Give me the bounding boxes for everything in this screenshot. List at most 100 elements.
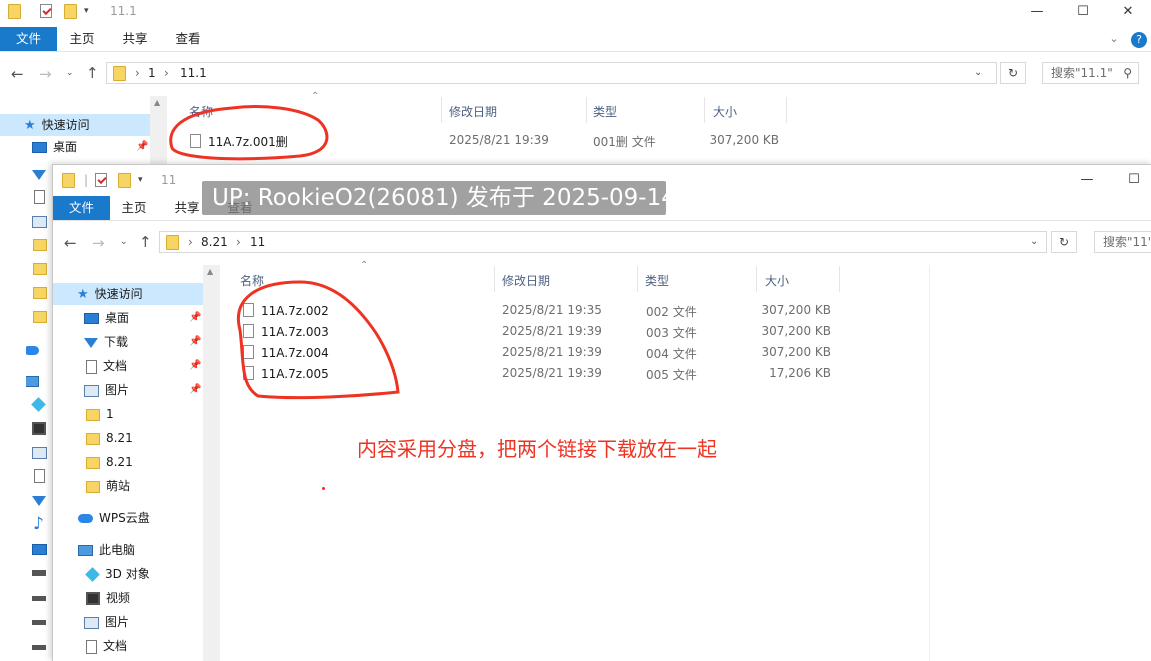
nav-wps-cloud[interactable]: WPS云盘 <box>53 507 203 529</box>
tab-share[interactable]: 共享 <box>169 196 205 220</box>
close-button[interactable]: ✕ <box>1105 0 1151 24</box>
column-header-name[interactable]: 名称 <box>189 103 213 120</box>
column-header-size[interactable]: 大小 <box>765 272 789 289</box>
nav-scrollbar[interactable]: ▲ <box>203 265 220 661</box>
column-divider[interactable] <box>637 266 638 292</box>
column-header-size[interactable]: 大小 <box>713 103 737 120</box>
tab-file[interactable]: 文件 <box>0 27 57 51</box>
back-arrow-icon[interactable]: ← <box>11 65 24 83</box>
column-divider[interactable] <box>839 266 840 292</box>
tab-share[interactable]: 共享 <box>117 27 153 51</box>
computer-icon <box>78 545 93 556</box>
breadcrumb-item[interactable]: 11.1 <box>180 66 207 80</box>
recent-locations-icon[interactable]: ⌄ <box>120 237 128 247</box>
column-divider[interactable] <box>586 97 587 123</box>
nav-quick-access[interactable]: ★ 快速访问 <box>53 283 203 305</box>
file-size: 17,206 KB <box>769 366 831 380</box>
nav-quick-access[interactable]: ★ 快速访问 <box>0 114 150 136</box>
nav-3d-objects[interactable]: 3D 对象 <box>53 563 203 585</box>
maximize-button[interactable]: ☐ <box>1060 0 1106 24</box>
drive-icon <box>32 596 46 601</box>
nav-folder-1[interactable]: 1 <box>53 403 203 425</box>
customize-toolbar-icon[interactable]: ▾ <box>138 175 152 189</box>
forward-arrow-icon[interactable]: → <box>39 65 52 83</box>
file-row[interactable]: 11A.7z.001删 2025/8/21 19:39 001删 文件 307,… <box>180 130 800 151</box>
3d-objects-icon <box>31 397 46 412</box>
computer-icon <box>26 376 39 387</box>
address-row: ← → ⌄ ↑ › 8.21 › 11 ⌄ ↻ 搜索"11" <box>53 223 1151 263</box>
nav-folder-8-21[interactable]: 8.21 <box>53 427 203 449</box>
nav-desktop[interactable]: 桌面 📌 <box>0 136 150 158</box>
sort-ascending-icon: ⌃ <box>360 260 369 271</box>
nav-folder-8-21[interactable]: 8.21 <box>53 451 203 473</box>
nav-folder-mengzhan[interactable]: 萌站 <box>53 475 203 497</box>
tab-file[interactable]: 文件 <box>53 196 110 220</box>
picture-icon <box>84 616 99 629</box>
ribbon-expand-icon[interactable]: ⌄ <box>1106 27 1122 51</box>
forward-arrow-icon[interactable]: → <box>92 234 105 252</box>
nav-scrollbar[interactable]: ▲ <box>150 96 167 166</box>
nav-pictures[interactable]: 图片 📌 <box>53 379 203 401</box>
address-bar[interactable]: › 8.21 › 11 ⌄ <box>159 231 1047 253</box>
cloud-icon <box>78 514 93 523</box>
column-header-date[interactable]: 修改日期 <box>502 272 550 289</box>
column-divider[interactable] <box>441 97 442 123</box>
pin-icon: 📌 <box>189 336 202 347</box>
folder-icon <box>62 173 76 188</box>
maximize-button[interactable]: ☐ <box>1111 168 1151 192</box>
tab-view[interactable]: 查看 <box>170 27 206 51</box>
up-arrow-icon[interactable]: ↑ <box>86 64 99 82</box>
recent-locations-icon[interactable]: ⌄ <box>66 68 74 78</box>
download-icon <box>84 337 98 348</box>
minimize-button[interactable]: — <box>1064 168 1110 192</box>
address-dropdown-icon[interactable]: ⌄ <box>974 67 982 78</box>
column-divider[interactable] <box>494 266 495 292</box>
breadcrumb-item[interactable]: 1 <box>148 66 156 80</box>
column-header-type[interactable]: 类型 <box>645 272 669 289</box>
customize-toolbar-icon[interactable]: ▾ <box>84 6 98 20</box>
explorer-window-front: | ▾ 11 — ☐ 文件 主页 共享 查看 ← → ⌄ ↑ › 8.21 › … <box>52 164 1151 661</box>
column-divider[interactable] <box>704 97 705 123</box>
nav-downloads[interactable]: 下载 📌 <box>53 331 203 353</box>
back-nav-pane-clipped: ♪ <box>26 166 52 660</box>
back-arrow-icon[interactable]: ← <box>64 234 77 252</box>
column-header-date[interactable]: 修改日期 <box>449 103 497 120</box>
help-icon[interactable]: ? <box>1131 32 1147 48</box>
refresh-button[interactable]: ↻ <box>1051 231 1077 253</box>
new-folder-icon[interactable] <box>118 173 132 188</box>
file-date: 2025/8/21 19:35 <box>502 303 602 317</box>
nav-pc-pictures[interactable]: 图片 <box>53 611 203 633</box>
file-row[interactable]: 11A.7z.003 2025/8/21 19:39 003 文件 307,20… <box>233 321 853 342</box>
up-arrow-icon[interactable]: ↑ <box>139 233 152 251</box>
column-header-type[interactable]: 类型 <box>593 103 617 120</box>
new-folder-icon[interactable] <box>64 4 78 19</box>
minimize-button[interactable]: — <box>1014 0 1060 24</box>
tab-home[interactable]: 主页 <box>64 27 100 51</box>
breadcrumb-item[interactable]: 8.21 <box>201 235 228 249</box>
breadcrumb-item[interactable]: 11 <box>250 235 265 249</box>
file-row[interactable]: 11A.7z.004 2025/8/21 19:39 004 文件 307,20… <box>233 342 853 363</box>
properties-icon[interactable] <box>95 173 109 187</box>
nav-this-pc[interactable]: 此电脑 <box>53 539 203 561</box>
video-icon <box>32 422 46 435</box>
search-input[interactable]: 搜索"11.1" ⚲ <box>1042 62 1139 84</box>
refresh-button[interactable]: ↻ <box>1000 62 1026 84</box>
file-icon <box>190 134 201 148</box>
column-header-name[interactable]: 名称 <box>240 272 264 289</box>
nav-pc-documents[interactable]: 文档 <box>53 635 203 657</box>
column-divider[interactable] <box>786 97 787 123</box>
tab-home[interactable]: 主页 <box>116 196 152 220</box>
column-divider[interactable] <box>756 266 757 292</box>
file-row[interactable]: 11A.7z.005 2025/8/21 19:39 005 文件 17,206… <box>233 363 853 384</box>
properties-icon[interactable] <box>40 4 54 18</box>
nav-desktop[interactable]: 桌面 📌 <box>53 307 203 329</box>
desktop-icon <box>32 544 47 555</box>
nav-documents[interactable]: 文档 📌 <box>53 355 203 377</box>
file-row[interactable]: 11A.7z.002 2025/8/21 19:35 002 文件 307,20… <box>233 300 853 321</box>
search-input[interactable]: 搜索"11" <box>1094 231 1151 253</box>
address-dropdown-icon[interactable]: ⌄ <box>1030 236 1038 247</box>
nav-videos[interactable]: 视频 <box>53 587 203 609</box>
drive-icon <box>32 570 46 576</box>
address-bar[interactable]: › 1 › 11.1 ⌄ <box>106 62 997 84</box>
folder-icon <box>33 239 47 251</box>
